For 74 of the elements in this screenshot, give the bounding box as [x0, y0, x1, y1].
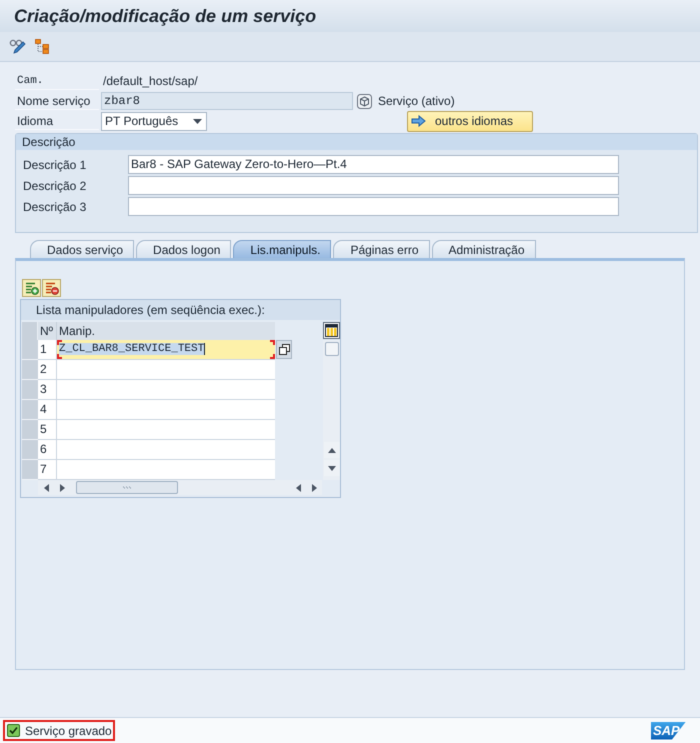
path-value: /default_host/sap/ — [103, 73, 198, 90]
description-field[interactable]: Bar8 - SAP Gateway Zero-to-Hero—Pt.4 — [128, 155, 619, 174]
scroll-up-button[interactable] — [324, 442, 340, 458]
tab[interactable]: Páginas erro — [333, 240, 430, 258]
table-columns-icon — [325, 324, 338, 337]
field-label: Nome serviço — [15, 92, 99, 110]
triangle-left-icon — [44, 484, 48, 492]
row-selector[interactable] — [22, 360, 38, 380]
row-number: 6 — [38, 440, 57, 460]
list-minus-icon — [44, 282, 58, 294]
caret-icon — [193, 118, 202, 124]
triangle-right-icon — [312, 484, 316, 492]
insert-row-button[interactable] — [22, 279, 41, 297]
language-dropdown[interactable]: PT Português — [101, 112, 207, 130]
handler-cell[interactable] — [57, 460, 275, 480]
description-field[interactable] — [128, 176, 619, 195]
handler-cell[interactable] — [57, 440, 275, 460]
row-selector[interactable] — [22, 380, 38, 400]
vertical-scrollbar[interactable] — [323, 340, 340, 480]
scroll-thumb[interactable] — [324, 342, 338, 356]
logo: SAP — [651, 722, 686, 740]
description-field[interactable] — [128, 197, 619, 216]
tab[interactable]: Dados logon — [136, 240, 232, 258]
handler-cell[interactable] — [57, 420, 275, 440]
cube-icon — [357, 94, 372, 108]
scroll-down-button[interactable] — [324, 460, 340, 476]
list-plus-icon — [24, 282, 38, 294]
column-header: Manip. — [57, 322, 275, 340]
description-label: Descrição 1 — [23, 156, 88, 174]
column-settings-button[interactable] — [323, 322, 340, 339]
detail-button[interactable] — [276, 340, 292, 359]
group-title: Descrição — [16, 134, 697, 150]
glasses-pencil-icon[interactable] — [9, 39, 27, 54]
row-number: 2 — [38, 360, 57, 380]
window-title: Criação/modificação de um serviço — [14, 4, 316, 28]
row-selector[interactable] — [22, 420, 38, 440]
handler-cell[interactable]: Z_CL_BAR8_SERVICE_TEST — [57, 340, 275, 360]
row-number: 4 — [38, 400, 57, 420]
delete-row-button[interactable] — [42, 279, 61, 297]
status-text: Serviço (ativo) — [378, 93, 455, 110]
field-label: Cam. — [15, 72, 99, 90]
other-languages-button[interactable]: outros idiomas — [407, 110, 533, 132]
table-title: Lista manipuladores (em seqüência exec.): — [21, 300, 340, 320]
row-selector[interactable] — [22, 400, 38, 420]
handler-cell[interactable] — [57, 400, 275, 420]
hierarchy-icon[interactable] — [35, 39, 49, 54]
horizontal-scrollbar[interactable] — [38, 480, 322, 495]
triangle-up-icon — [328, 448, 336, 452]
description-label: Descrição 3 — [23, 198, 88, 216]
row-selector[interactable] — [22, 340, 38, 360]
select-all-button[interactable] — [22, 322, 38, 340]
description-label: Descrição 2 — [23, 178, 88, 194]
row-number: 5 — [38, 420, 57, 440]
triangle-right-icon — [60, 484, 64, 492]
tab[interactable]: Administração — [432, 240, 536, 258]
tab[interactable]: Lis.manipuls. — [233, 240, 332, 258]
stacked-squares-icon — [278, 344, 290, 355]
field-label: Idioma — [15, 112, 99, 130]
arrow-right-icon — [411, 115, 426, 127]
triangle-down-icon — [328, 466, 336, 470]
row-selector[interactable] — [22, 440, 38, 460]
check-icon — [7, 724, 20, 737]
service-name-field[interactable]: zbar8 — [101, 92, 353, 110]
status-message: Serviço gravado — [25, 722, 112, 740]
column-header: Nº — [38, 322, 57, 340]
row-number: 3 — [38, 380, 57, 400]
handler-cell[interactable] — [57, 380, 275, 400]
handler-cell[interactable] — [57, 360, 275, 380]
tab[interactable]: Dados serviço — [30, 240, 134, 258]
scroll-thumb[interactable] — [76, 481, 178, 494]
row-number: 1 — [38, 340, 57, 360]
row-number: 7 — [38, 460, 57, 480]
grip-icon — [122, 486, 132, 489]
triangle-left-icon — [296, 484, 300, 492]
